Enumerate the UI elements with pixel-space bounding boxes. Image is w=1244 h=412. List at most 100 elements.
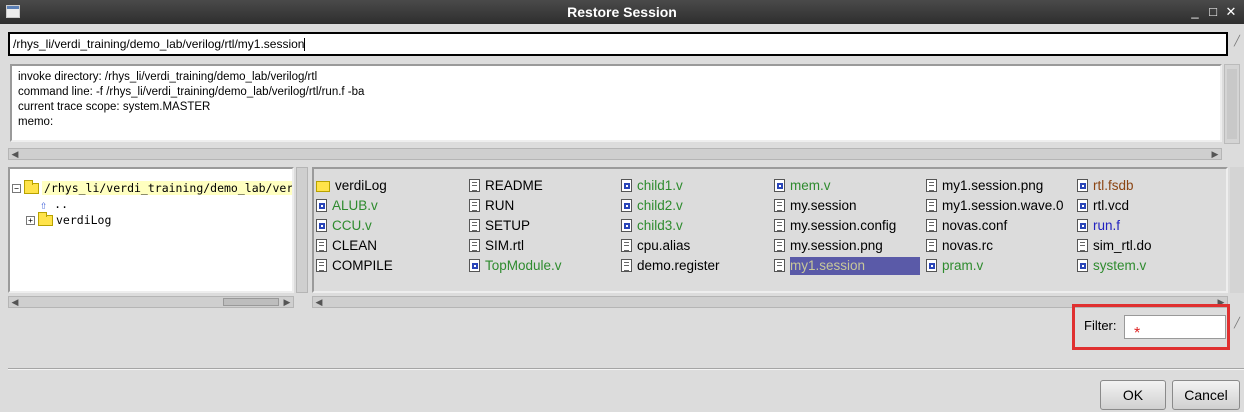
verilog-file-icon bbox=[621, 219, 632, 232]
parent-directory-icon: ⇧ bbox=[40, 197, 48, 212]
text-file-icon bbox=[316, 239, 327, 252]
title-bar: Restore Session _ □ ✕ bbox=[0, 0, 1244, 24]
text-file-icon bbox=[774, 199, 785, 212]
filter-label: Filter: bbox=[1084, 318, 1117, 333]
file-item[interactable]: novas.rc bbox=[926, 237, 993, 255]
session-path-input[interactable]: /rhys_li/verdi_training/demo_lab/verilog… bbox=[8, 32, 1228, 56]
file-item[interactable]: verdiLog bbox=[316, 177, 387, 195]
text-caret bbox=[304, 38, 306, 52]
file-item[interactable]: my.session.png bbox=[774, 237, 883, 255]
file-name: COMPILE bbox=[332, 258, 393, 273]
directory-tree[interactable]: − /rhys_li/verdi_training/demo_lab/verilo… bbox=[8, 167, 294, 293]
file-name: cpu.alias bbox=[637, 238, 691, 253]
folder-icon bbox=[316, 181, 330, 192]
file-item[interactable]: demo.register bbox=[621, 257, 720, 275]
file-item[interactable]: RUN bbox=[469, 197, 514, 215]
file-item[interactable]: README bbox=[469, 177, 543, 195]
file-name: run.f bbox=[1093, 218, 1121, 233]
tree-item-label: verdiLog bbox=[56, 213, 112, 227]
text-file-icon bbox=[316, 259, 327, 272]
scroll-left-icon[interactable]: ◀ bbox=[9, 148, 21, 160]
session-path-value: /rhys_li/verdi_training/demo_lab/verilog… bbox=[13, 37, 305, 51]
scroll-right-icon[interactable]: ▶ bbox=[1209, 148, 1221, 160]
file-name: TopModule.v bbox=[485, 258, 562, 273]
verilog-file-icon bbox=[1077, 259, 1088, 272]
file-item[interactable]: my1.session.png bbox=[926, 177, 1043, 195]
file-name: mem.v bbox=[790, 178, 831, 193]
scroll-left-icon[interactable]: ◀ bbox=[9, 296, 21, 308]
tree-horizontal-scrollbar[interactable]: ◀ ▶ bbox=[8, 296, 294, 308]
verilog-file-icon bbox=[1077, 219, 1088, 232]
info-vertical-scrollbar[interactable] bbox=[1224, 64, 1240, 144]
file-item[interactable]: my.session bbox=[774, 197, 857, 215]
file-item[interactable]: SIM.rtl bbox=[469, 237, 524, 255]
file-item[interactable]: child1.v bbox=[621, 177, 683, 195]
file-item[interactable]: cpu.alias bbox=[621, 237, 690, 255]
file-item[interactable]: novas.conf bbox=[926, 217, 1007, 235]
file-item[interactable]: my1.session.wave.0 bbox=[926, 197, 1064, 215]
cancel-button[interactable]: Cancel bbox=[1172, 380, 1240, 410]
info-command-line: command line: -f /rhys_li/verdi_training… bbox=[18, 86, 365, 98]
file-name: RUN bbox=[485, 198, 515, 213]
file-item[interactable]: rtl.fsdb bbox=[1077, 177, 1134, 195]
collapse-icon[interactable]: − bbox=[12, 184, 21, 193]
file-item[interactable]: rtl.vcd bbox=[1077, 197, 1129, 215]
file-name: novas.conf bbox=[942, 218, 1008, 233]
file-item[interactable]: CLEAN bbox=[316, 237, 377, 255]
file-item[interactable]: child2.v bbox=[621, 197, 683, 215]
expand-icon[interactable]: + bbox=[26, 216, 35, 225]
path-history-dropdown[interactable]: ╱ bbox=[1230, 36, 1244, 56]
file-list-vertical-scrollbar[interactable] bbox=[1230, 167, 1244, 293]
file-item[interactable]: my1.session bbox=[774, 257, 920, 275]
file-item[interactable]: my.session.config bbox=[774, 217, 896, 235]
file-name: my1.session bbox=[790, 257, 920, 275]
scroll-left-icon[interactable]: ◀ bbox=[313, 296, 325, 308]
file-item[interactable]: TopModule.v bbox=[469, 257, 562, 275]
session-info-box: invoke directory: /rhys_li/verdi_trainin… bbox=[10, 64, 1222, 142]
file-name: SETUP bbox=[485, 218, 531, 233]
file-name: child1.v bbox=[637, 178, 683, 193]
ok-button[interactable]: OK bbox=[1100, 380, 1166, 410]
text-file-icon bbox=[469, 239, 480, 252]
info-horizontal-scrollbar[interactable]: ◀ ▶ bbox=[8, 148, 1222, 160]
file-item[interactable]: system.v bbox=[1077, 257, 1146, 275]
file-item[interactable]: SETUP bbox=[469, 217, 530, 235]
text-file-icon bbox=[469, 179, 480, 192]
file-item[interactable]: run.f bbox=[1077, 217, 1120, 235]
tree-parent-item[interactable]: ⇧ .. bbox=[40, 197, 68, 212]
file-item[interactable]: ALUB.v bbox=[316, 197, 378, 215]
file-name: my1.session.wave.0 bbox=[942, 198, 1064, 213]
tree-root-item[interactable]: − /rhys_li/verdi_training/demo_lab/verilo… bbox=[12, 180, 292, 195]
tree-item-verdilog[interactable]: + verdiLog bbox=[26, 212, 112, 227]
file-name: ALUB.v bbox=[332, 198, 378, 213]
filter-dropdown[interactable]: ╱ bbox=[1230, 318, 1244, 338]
file-item[interactable]: mem.v bbox=[774, 177, 831, 195]
file-name: my.session.png bbox=[790, 238, 883, 253]
text-file-icon bbox=[774, 259, 785, 272]
file-name: child2.v bbox=[637, 198, 683, 213]
info-trace-scope: current trace scope: system.MASTER bbox=[18, 101, 211, 113]
scroll-thumb[interactable] bbox=[223, 298, 279, 306]
tree-vertical-scrollbar[interactable] bbox=[296, 167, 308, 293]
file-item[interactable]: child3.v bbox=[621, 217, 683, 235]
file-name: sim_rtl.do bbox=[1093, 238, 1152, 253]
text-file-icon bbox=[469, 219, 480, 232]
file-name: novas.rc bbox=[942, 238, 994, 253]
file-name: README bbox=[485, 178, 543, 193]
verilog-file-icon bbox=[926, 259, 937, 272]
file-name: pram.v bbox=[942, 258, 984, 273]
file-item[interactable]: COMPILE bbox=[316, 257, 393, 275]
file-item[interactable]: pram.v bbox=[926, 257, 983, 275]
scroll-right-icon[interactable]: ▶ bbox=[281, 296, 293, 308]
minimize-button[interactable]: _ bbox=[1186, 3, 1204, 21]
file-list[interactable]: verdiLog ALUB.v CCU.v CLEAN COMPILE README RUN… bbox=[312, 167, 1228, 293]
file-item[interactable]: CCU.v bbox=[316, 217, 372, 235]
file-name: CCU.v bbox=[332, 218, 372, 233]
verilog-file-icon bbox=[1077, 179, 1088, 192]
maximize-button[interactable]: □ bbox=[1204, 3, 1222, 21]
close-button[interactable]: ✕ bbox=[1222, 3, 1240, 21]
file-name: child3.v bbox=[637, 218, 683, 233]
verilog-file-icon bbox=[774, 179, 785, 192]
text-file-icon bbox=[621, 259, 632, 272]
file-item[interactable]: sim_rtl.do bbox=[1077, 237, 1152, 255]
